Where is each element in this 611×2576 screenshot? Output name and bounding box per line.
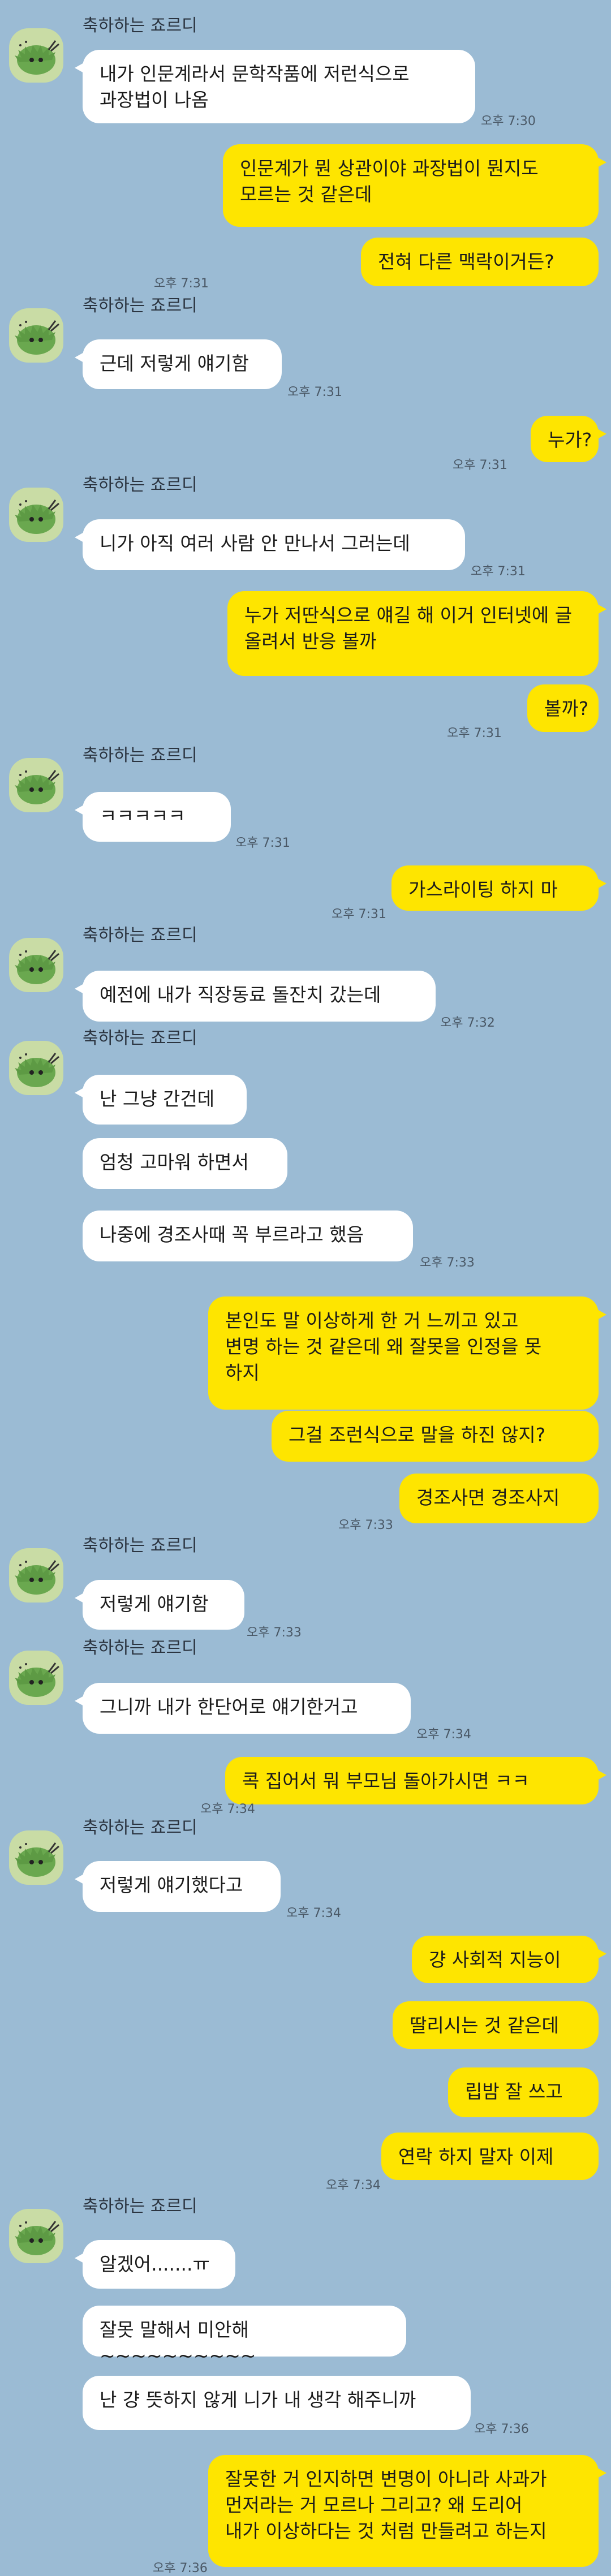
incoming-message-bubble[interactable]: ㅋㅋㅋㅋㅋ [75,792,231,842]
sender-name: 축하하는 죠르디 [83,925,197,945]
jordy-avatar-icon[interactable] [9,938,63,992]
message-timestamp: 오후 7:33 [247,1626,302,1640]
jordy-avatar-icon[interactable] [9,1548,63,1603]
outgoing-message-bubble[interactable]: 잘못한 거 인지하면 변명이 아니라 사과가 먼저라는 거 모르나 그리고? 왜… [208,2455,606,2567]
incoming-message-bubble[interactable]: 알겠어.......ㅠ [75,2240,235,2289]
outgoing-message-bubble[interactable]: 인문계가 뭔 상관이야 과장법이 뭔지도 모르는 것 같은데 [223,144,606,227]
incoming-message-bubble[interactable]: 근데 저렇게 얘기함 [75,339,282,389]
message-timestamp: 오후 7:31 [287,385,342,399]
incoming-message-bubble[interactable]: 니가 아직 여러 사람 안 만나서 그러는데 [75,519,465,570]
message-timestamp: 오후 7:31 [235,836,290,850]
outgoing-message-bubble[interactable]: 경조사면 경조사지 [399,1474,599,1523]
jordy-avatar-icon[interactable] [9,1041,63,1095]
outgoing-message-bubble[interactable]: 립밤 잘 쓰고 [448,2067,599,2117]
jordy-avatar-icon[interactable] [9,28,63,83]
sender-name: 축하하는 죠르디 [83,746,197,765]
jordy-avatar-icon[interactable] [9,758,63,812]
message-timestamp: 오후 7:34 [326,2178,381,2192]
outgoing-message-bubble[interactable]: 가스라이팅 하지 마 [391,865,606,911]
jordy-avatar-icon[interactable] [9,2209,63,2263]
message-timestamp: 오후 7:36 [474,2422,529,2436]
outgoing-message-bubble[interactable]: 누가 저딴식으로 얘길 해 이거 인터넷에 글 올려서 반응 볼까 [227,591,606,676]
incoming-message-bubble[interactable]: 잘못 말해서 미안해~~~~~~~~~~ [83,2306,406,2367]
message-timestamp: 오후 7:31 [471,565,526,579]
incoming-message-bubble[interactable]: 엄청 고마워 하면서 [83,1138,287,1189]
outgoing-message-bubble[interactable]: 연락 하지 말자 이제 [381,2133,599,2180]
message-timestamp: 오후 7:31 [332,907,386,921]
message-timestamp: 오후 7:33 [338,1518,393,1532]
sender-name: 축하하는 죠르디 [83,16,197,36]
outgoing-message-bubble[interactable]: 딸리시는 것 같은데 [393,2001,599,2049]
message-timestamp: 오후 7:30 [481,114,536,128]
outgoing-message-bubble[interactable]: 누가? [531,416,606,462]
jordy-avatar-icon[interactable] [9,308,63,363]
incoming-message-bubble[interactable]: 내가 인문계라서 문학작품에 저런식으로 과장법이 나옴 [75,50,475,123]
incoming-message-bubble[interactable]: 저렇게 얘기했다고 [75,1861,281,1912]
message-timestamp: 오후 7:34 [416,1728,471,1742]
sender-name: 축하하는 죠르디 [83,1028,197,1048]
message-timestamp: 오후 7:31 [154,277,209,291]
incoming-message-bubble[interactable]: 예전에 내가 직장동료 돌잔치 갔는데 [75,971,436,1022]
message-timestamp: 오후 7:36 [153,2561,208,2575]
sender-name: 축하하는 죠르디 [83,2196,197,2216]
message-timestamp: 오후 7:31 [447,726,502,740]
incoming-message-bubble[interactable]: 나중에 경조사때 꼭 부르라고 했음 [83,1211,413,1261]
outgoing-message-bubble[interactable]: 콕 집어서 뭐 부모님 돌아가시면 ㅋㅋ [225,1757,606,1804]
message-timestamp: 오후 7:34 [200,1802,255,1816]
sender-name: 축하하는 죠르디 [83,296,197,316]
chat-area[interactable]: 축하하는 죠르디 축하하는 죠르디 축하하는 죠르디 축하하는 죠르디 축하하는… [0,0,611,2575]
sender-name: 축하하는 죠르디 [83,1536,197,1556]
outgoing-message-bubble[interactable]: 그걸 조런식으로 말을 하진 않지? [272,1411,599,1462]
jordy-avatar-icon[interactable] [9,488,63,542]
message-timestamp: 오후 7:34 [286,1906,341,1920]
sender-name: 축하하는 죠르디 [83,1638,197,1658]
incoming-message-bubble[interactable]: 난 그냥 간건데 [75,1075,247,1125]
message-timestamp: 오후 7:32 [440,1016,495,1030]
message-timestamp: 오후 7:31 [453,458,507,472]
jordy-avatar-icon[interactable] [9,1830,63,1885]
outgoing-message-bubble[interactable]: 볼까? [527,684,599,732]
outgoing-message-bubble[interactable]: 전혀 다른 맥락이거든? [361,238,599,286]
message-timestamp: 오후 7:33 [420,1256,475,1270]
outgoing-message-bubble[interactable]: 본인도 말 이상하게 한 거 느끼고 있고 변명 하는 것 같은데 왜 잘못을 … [208,1296,606,1410]
incoming-message-bubble[interactable]: 그니까 내가 한단어로 얘기한거고 [75,1683,411,1734]
incoming-message-bubble[interactable]: 저렇게 얘기함 [75,1580,244,1630]
outgoing-message-bubble[interactable]: 걍 사회적 지능이 [412,1936,606,1983]
sender-name: 축하하는 죠르디 [83,1818,197,1838]
sender-name: 축하하는 죠르디 [83,475,197,495]
jordy-avatar-icon[interactable] [9,1651,63,1705]
incoming-message-bubble[interactable]: 난 걍 뜻하지 않게 니가 내 생각 해주니까 [83,2376,471,2430]
